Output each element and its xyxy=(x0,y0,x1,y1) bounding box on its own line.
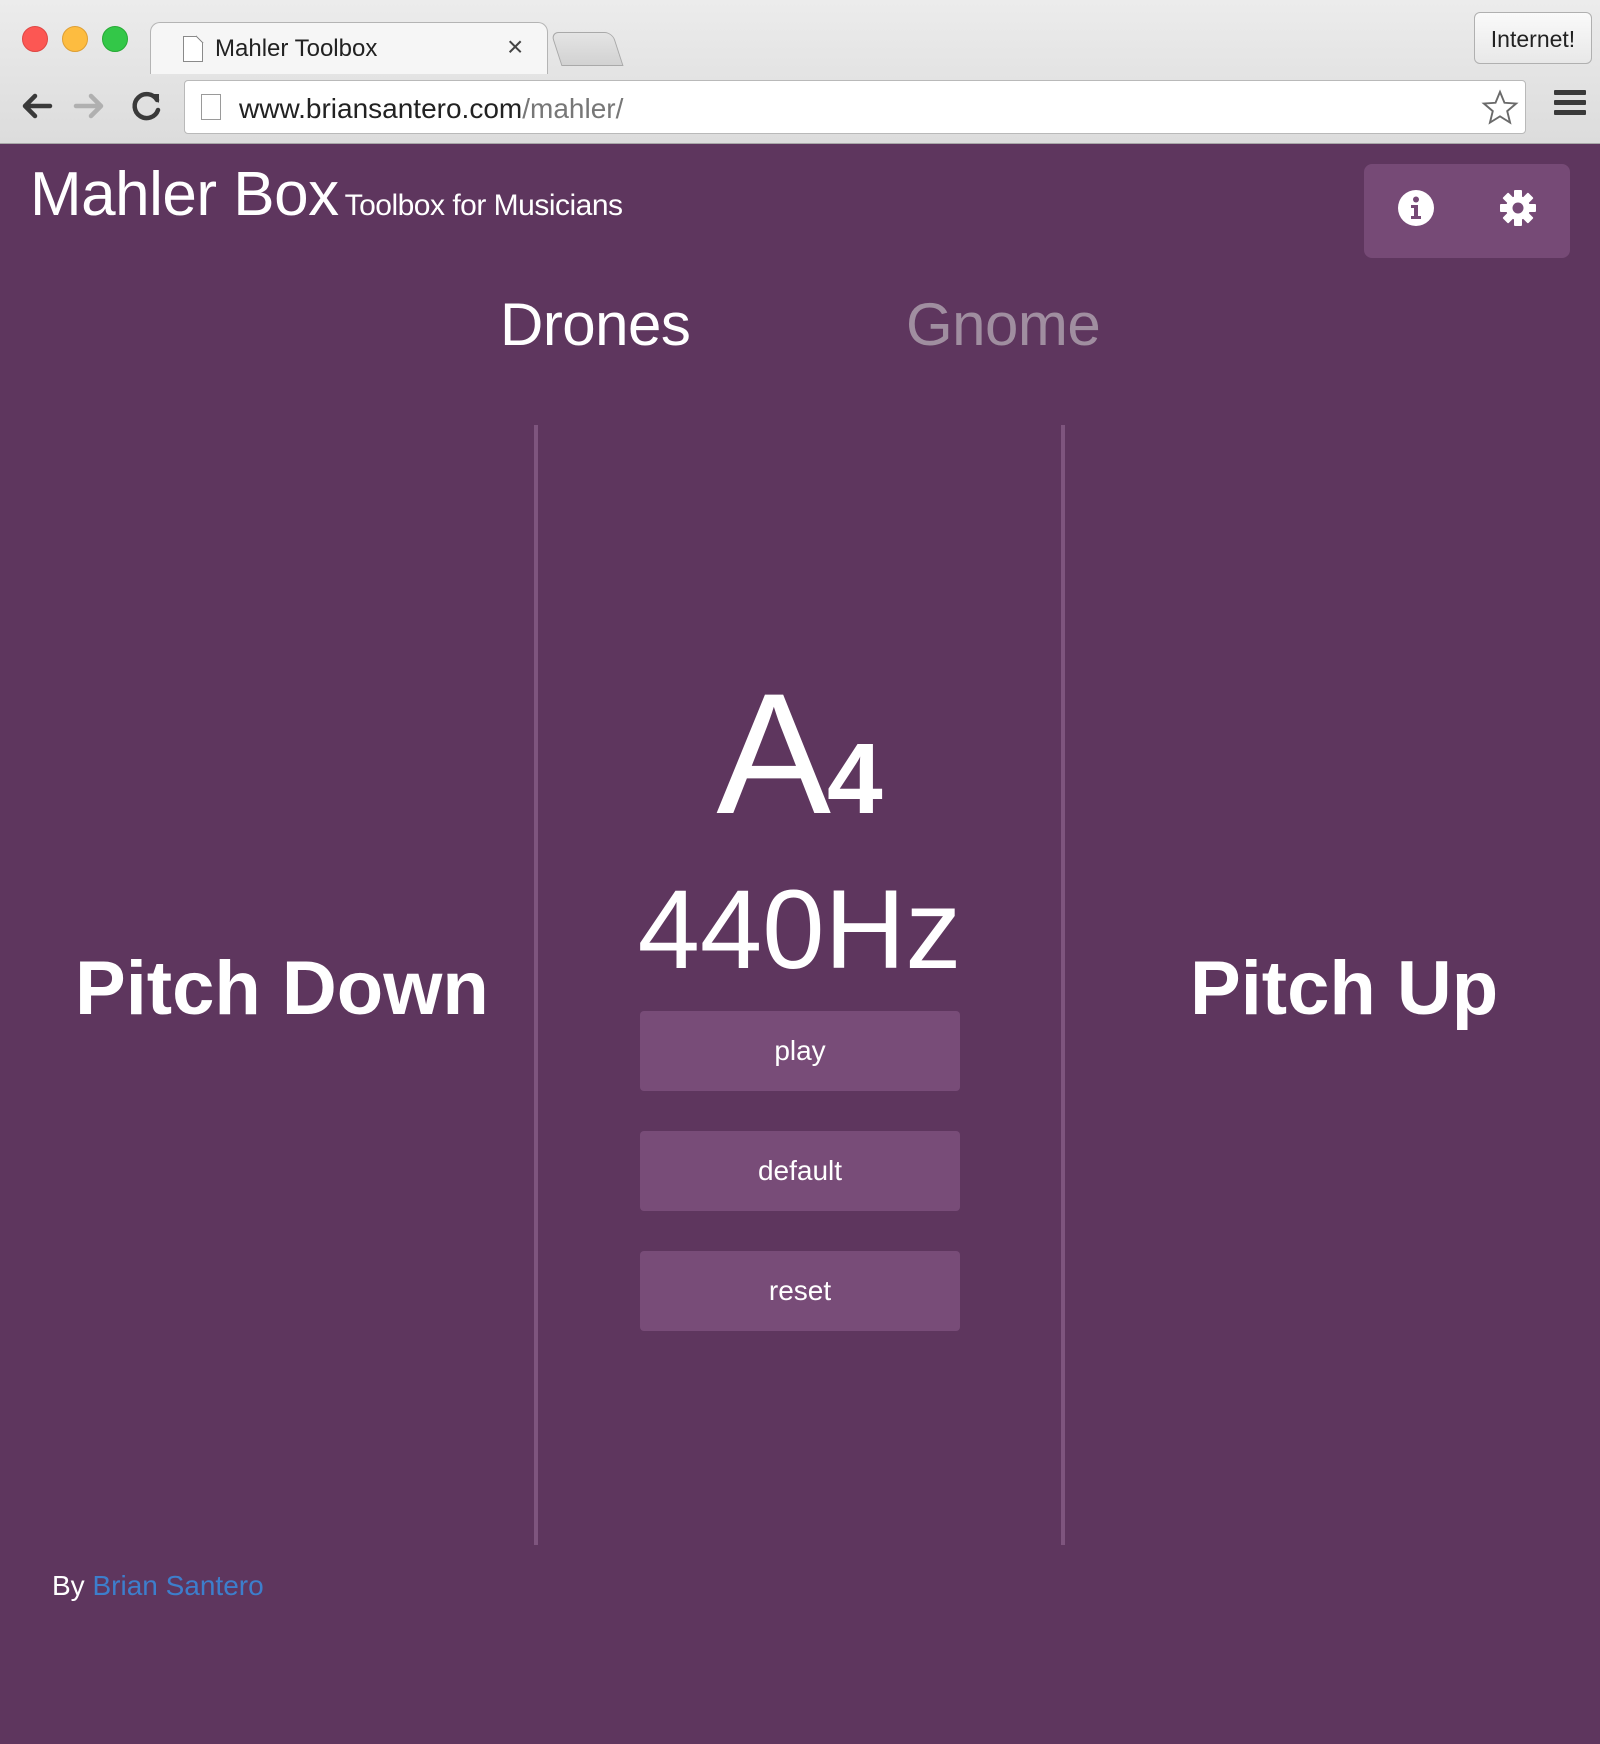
frequency-display: 440Hz xyxy=(637,867,962,992)
app-subtitle: Toolbox for Musicians xyxy=(344,189,623,222)
hamburger-menu-icon[interactable] xyxy=(1554,90,1586,120)
gear-icon[interactable] xyxy=(1498,188,1538,228)
window-maximize-button[interactable] xyxy=(102,26,128,52)
bookmark-star-icon[interactable] xyxy=(1481,89,1519,127)
footer: By Brian Santero xyxy=(52,1570,264,1602)
tab-title: Mahler Toolbox xyxy=(215,35,378,62)
pitch-down-button[interactable]: Pitch Down xyxy=(75,945,489,1032)
note-letter: A xyxy=(716,658,832,850)
back-arrow-icon[interactable] xyxy=(16,86,56,126)
document-icon xyxy=(183,36,203,62)
forward-arrow-icon[interactable] xyxy=(70,86,110,126)
browser-toolbar: www.briansantero.com/mahler/ xyxy=(0,72,1600,144)
app-name: Mahler Box xyxy=(30,160,339,229)
browser-tab[interactable]: Mahler Toolbox × xyxy=(150,22,548,74)
url-path: /mahler/ xyxy=(522,93,624,124)
tab-drones[interactable]: Drones xyxy=(500,290,691,359)
tab-gnome[interactable]: Gnome xyxy=(906,290,1101,359)
header-actions xyxy=(1364,164,1570,258)
pitch-up-button[interactable]: Pitch Up xyxy=(1190,945,1498,1032)
url-domain: www.briansantero.com xyxy=(239,93,523,124)
info-icon[interactable] xyxy=(1396,188,1436,228)
note-display: A4 xyxy=(538,655,1061,853)
new-tab-button[interactable] xyxy=(550,32,624,66)
url-text: www.briansantero.com/mahler/ xyxy=(239,93,623,125)
address-bar[interactable]: www.briansantero.com/mahler/ xyxy=(184,80,1526,134)
author-link[interactable]: Brian Santero xyxy=(92,1570,263,1601)
tab-close-icon[interactable]: × xyxy=(507,31,523,63)
default-button[interactable]: default xyxy=(640,1131,960,1211)
page: Mahler Box Toolbox for Musicians Drones G… xyxy=(0,145,1600,1744)
reset-button[interactable]: reset xyxy=(640,1251,960,1331)
play-button[interactable]: play xyxy=(640,1011,960,1091)
reload-icon[interactable] xyxy=(126,86,166,126)
window-close-button[interactable] xyxy=(22,26,48,52)
page-icon xyxy=(201,94,221,120)
profile-button[interactable]: Internet! xyxy=(1474,12,1592,64)
window-minimize-button[interactable] xyxy=(62,26,88,52)
footer-by: By xyxy=(52,1570,85,1601)
browser-chrome: Mahler Toolbox × Internet! www.briansant… xyxy=(0,0,1600,144)
app-title: Mahler Box Toolbox for Musicians xyxy=(30,159,623,230)
divider-right xyxy=(1061,425,1065,1545)
note-octave: 4 xyxy=(827,723,883,835)
tab-strip: Mahler Toolbox × Internet! xyxy=(0,0,1600,74)
